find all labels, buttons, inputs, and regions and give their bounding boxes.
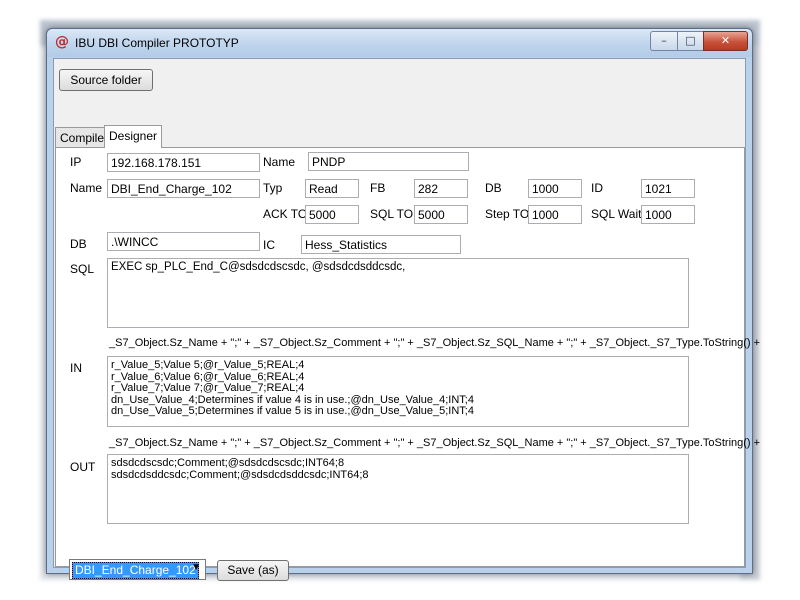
fb-field[interactable]: 282 bbox=[414, 179, 468, 198]
tab-designer[interactable]: Designer bbox=[104, 125, 163, 148]
minimize-button[interactable]: – bbox=[650, 31, 678, 51]
step-to-field[interactable]: 1000 bbox=[528, 205, 582, 224]
db-label: DB bbox=[485, 181, 502, 195]
ack-to-label: ACK TO bbox=[263, 207, 308, 221]
step-to-label: Step TO bbox=[485, 207, 530, 221]
in-label: IN bbox=[70, 361, 82, 375]
sql-wait-field[interactable]: 1000 bbox=[641, 205, 695, 224]
ic-label: IC bbox=[263, 238, 275, 252]
chevron-down-icon[interactable]: ▼ bbox=[191, 562, 201, 573]
save-as-button[interactable]: Save (as) bbox=[217, 560, 289, 581]
sql-wait-label: SQL Wait bbox=[591, 207, 642, 221]
source-folder-button[interactable]: Source folder bbox=[59, 69, 153, 91]
client-area: Source folder Compiler Designer IP 192.1… bbox=[53, 58, 760, 581]
sql-to-field[interactable]: 5000 bbox=[414, 205, 468, 224]
name-label: Name bbox=[263, 155, 296, 169]
name-field-2[interactable]: DBI_End_Charge_102 bbox=[107, 179, 260, 198]
typ-field[interactable]: Read bbox=[305, 179, 359, 198]
designer-panel: IP 192.168.178.151 Name PNDP Name DBI_En… bbox=[55, 147, 760, 567]
ic-field[interactable]: Hess_Statistics bbox=[301, 235, 461, 254]
app-icon: @ bbox=[55, 34, 69, 50]
title-bar[interactable]: @ IBU DBI Compiler PROTOTYP – □ ✕ bbox=[47, 29, 752, 57]
in-expression-hint: _S7_Object.Sz_Name + ";" + _S7_Object.Sz… bbox=[109, 337, 761, 349]
ip-field[interactable]: 192.168.178.151 bbox=[107, 153, 260, 172]
sql-textarea[interactable]: EXEC sp_PLC_End_C@sdsdcdscsdc, @sdsdcdsd… bbox=[107, 258, 689, 328]
name-field[interactable]: PNDP bbox=[308, 152, 469, 171]
sql-to-label: SQL TO bbox=[370, 207, 414, 221]
fb-label: FB bbox=[370, 181, 386, 195]
ip-label: IP bbox=[70, 155, 82, 169]
name-label-2: Name bbox=[70, 181, 103, 195]
out-label: OUT bbox=[70, 460, 96, 474]
db-connection-label: DB bbox=[70, 237, 87, 251]
config-selector-value: DBI_End_Charge_102 bbox=[72, 562, 199, 579]
maximize-button[interactable]: □ bbox=[677, 31, 704, 51]
out-expression-hint: _S7_Object.Sz_Name + ";" + _S7_Object.Sz… bbox=[109, 437, 761, 449]
config-selector[interactable]: DBI_End_Charge_102 ▼ bbox=[69, 559, 206, 580]
close-button[interactable]: ✕ bbox=[703, 31, 748, 51]
db-connection-field[interactable]: .\WINCC bbox=[107, 232, 260, 251]
in-textarea[interactable]: r_Value_5;Value 5;@r_Value_5;REAL;4 r_Va… bbox=[107, 356, 689, 427]
sql-label: SQL bbox=[70, 262, 95, 276]
id-field[interactable]: 1021 bbox=[641, 179, 695, 198]
window-title: IBU DBI Compiler PROTOTYP bbox=[75, 36, 239, 50]
out-textarea[interactable]: sdsdcdscsdc;Comment;@sdsdcdscsdc;INT64;8… bbox=[107, 454, 689, 524]
ack-to-field[interactable]: 5000 bbox=[305, 205, 359, 224]
db-field[interactable]: 1000 bbox=[528, 179, 582, 198]
typ-label: Typ bbox=[263, 181, 283, 195]
id-label: ID bbox=[591, 181, 603, 195]
main-window: @ IBU DBI Compiler PROTOTYP – □ ✕ Source… bbox=[46, 28, 760, 581]
